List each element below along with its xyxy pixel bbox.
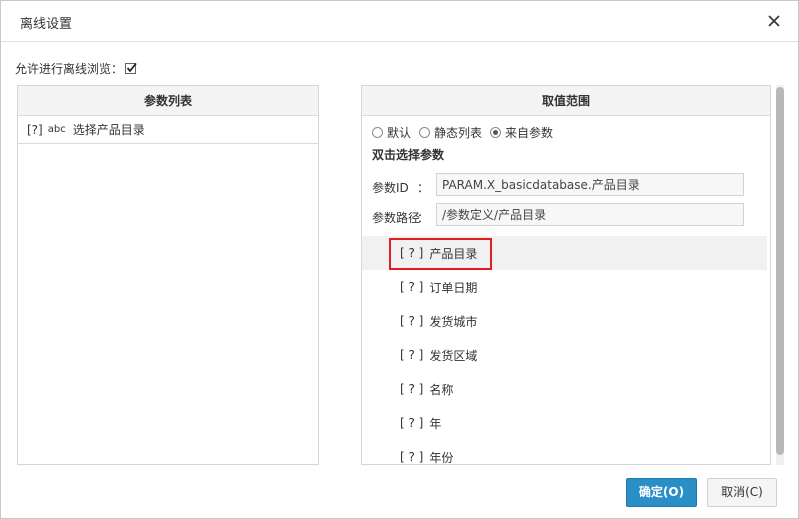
allow-offline-row: 允许进行离线浏览： xyxy=(15,60,137,76)
ok-button[interactable]: 确定(O) xyxy=(626,478,697,507)
param-id-label: 参数ID xyxy=(372,181,409,195)
list-item-label: 发货区域 xyxy=(429,348,478,363)
radio-static-list-label[interactable]: 静态列表 xyxy=(434,124,482,141)
param-type-icon: [ ? ] xyxy=(400,348,424,362)
param-path-label: 参数路径 xyxy=(372,211,421,225)
list-item[interactable]: [ ? ] 名称 xyxy=(362,372,767,406)
abc-icon: abc xyxy=(47,124,66,135)
dialog-titlebar: 离线设置 xyxy=(1,1,798,42)
source-radio-group: 默认 静态列表 来自参数 xyxy=(372,124,561,141)
vertical-scrollbar[interactable] xyxy=(776,85,784,465)
offline-settings-dialog: 离线设置 允许进行离线浏览： 参数列表 [?] abc 选择产品目录 取值范围 … xyxy=(0,0,799,519)
dialog-title: 离线设置 xyxy=(20,17,73,32)
list-item-label: 名称 xyxy=(429,382,454,397)
double-click-title: 双击选择参数 xyxy=(372,148,445,162)
param-type-icon: [ ? ] xyxy=(400,280,424,294)
param-type-icon: [ ? ] xyxy=(400,416,424,430)
param-type-icon: [ ? ] xyxy=(400,450,424,464)
value-range-header: 取值范围 xyxy=(362,86,770,116)
param-path-field[interactable] xyxy=(436,203,744,226)
list-item-label: 发货城市 xyxy=(429,314,478,329)
list-item-label: 产品目录 xyxy=(429,246,478,261)
param-type-icon: [?] xyxy=(27,122,43,137)
allow-offline-checkbox[interactable] xyxy=(125,62,137,74)
list-item[interactable]: [ ? ] 年 xyxy=(362,406,767,440)
param-id-field[interactable] xyxy=(436,173,744,196)
radio-from-param[interactable] xyxy=(490,127,502,138)
param-path-colon: ： xyxy=(417,211,430,225)
list-item[interactable]: [ ? ] 发货区域 xyxy=(362,338,767,372)
param-type-icon: [ ? ] xyxy=(400,382,424,396)
param-list: [ ? ] 产品目录 [ ? ] 订单日期 [ ? ] 发货城市 [ ? ] 发… xyxy=(362,236,767,465)
check-icon xyxy=(126,62,137,72)
cancel-button[interactable]: 取消(C) xyxy=(707,478,777,507)
list-item-label: 选择产品目录 xyxy=(72,123,145,137)
param-id-colon: ： xyxy=(417,181,430,195)
list-item[interactable]: [ ? ] 产品目录 xyxy=(362,236,767,270)
list-item-label: 订单日期 xyxy=(429,280,478,295)
radio-static-list[interactable] xyxy=(419,127,431,138)
list-item[interactable]: [?] abc 选择产品目录 xyxy=(18,116,318,144)
list-item-label: 年 xyxy=(429,416,442,431)
param-list-panel: 参数列表 [?] abc 选择产品目录 xyxy=(17,85,319,465)
close-icon[interactable] xyxy=(765,12,783,30)
allow-offline-label: 允许进行离线浏览： xyxy=(15,61,124,76)
param-type-icon: [ ? ] xyxy=(400,246,424,260)
list-item-label: 年份 xyxy=(429,450,454,465)
scrollbar-thumb[interactable] xyxy=(776,87,784,455)
param-type-icon: [ ? ] xyxy=(400,314,424,328)
list-item[interactable]: [ ? ] 年份 xyxy=(362,440,767,465)
param-list-header: 参数列表 xyxy=(18,86,318,116)
radio-default[interactable] xyxy=(372,127,383,138)
list-item[interactable]: [ ? ] 订单日期 xyxy=(362,270,767,304)
radio-default-label[interactable]: 默认 xyxy=(387,124,411,141)
radio-from-param-label[interactable]: 来自参数 xyxy=(505,124,553,141)
list-item[interactable]: [ ? ] 发货城市 xyxy=(362,304,767,338)
value-range-panel: 取值范围 默认 静态列表 来自参数 双击选择参数 参数ID ： 参数路径 ： [… xyxy=(361,85,771,465)
